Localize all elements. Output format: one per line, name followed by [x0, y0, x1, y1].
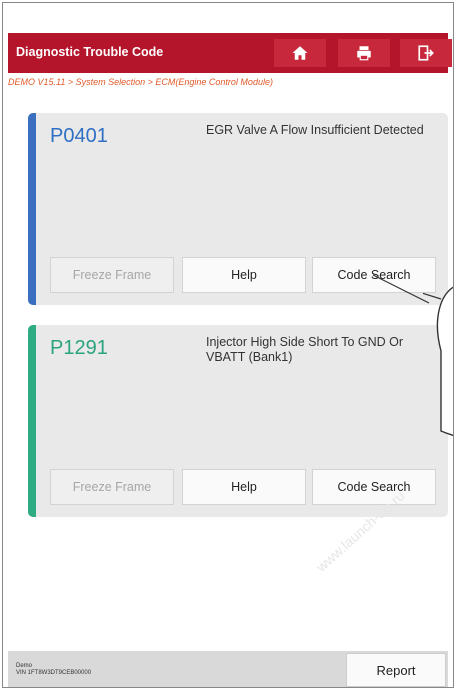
exit-icon [418, 45, 434, 61]
freeze-frame-button[interactable]: Freeze Frame [50, 257, 174, 293]
home-icon [292, 46, 308, 60]
dtc-code: P1291 [50, 337, 108, 359]
screen-frame: Diagnostic Trouble Code DEMO V15.11 > Sy… [2, 2, 454, 688]
home-button[interactable] [274, 39, 326, 67]
vehicle-mode: Demo [16, 663, 33, 669]
freeze-frame-button[interactable]: Freeze Frame [50, 469, 174, 505]
print-icon [357, 46, 371, 61]
vehicle-info: Demo VIN 1FT8W3DT9CEB00000 [16, 663, 91, 677]
dtc-list: P0401 EGR Valve A Flow Insufficient Dete… [8, 89, 448, 649]
breadcrumb: DEMO V15.11 > System Selection > ECM(Eng… [8, 77, 273, 87]
vin-number: VIN 1FT8W3DT9CEB00000 [16, 670, 92, 676]
help-button[interactable]: Help [182, 469, 306, 505]
print-button[interactable] [338, 39, 390, 67]
app-header: Diagnostic Trouble Code [8, 33, 452, 73]
callout-pointer-line [372, 274, 430, 304]
help-button[interactable]: Help [182, 257, 306, 293]
card-stripe [28, 113, 36, 305]
page-title: Diagnostic Trouble Code [16, 45, 164, 59]
code-search-button[interactable]: Code Search [312, 469, 436, 505]
dtc-description: Injector High Side Short To GND Or VBATT… [206, 335, 404, 364]
report-button[interactable]: Report [346, 653, 446, 687]
exit-button[interactable] [400, 39, 452, 67]
card-stripe [28, 325, 36, 517]
status-footer: Demo VIN 1FT8W3DT9CEB00000 Report [8, 651, 448, 687]
dtc-description: EGR Valve A Flow Insufficient Detected [206, 123, 424, 137]
dtc-card: P1291 Injector High Side Short To GND Or… [28, 325, 448, 517]
dtc-code: P0401 [50, 125, 108, 147]
